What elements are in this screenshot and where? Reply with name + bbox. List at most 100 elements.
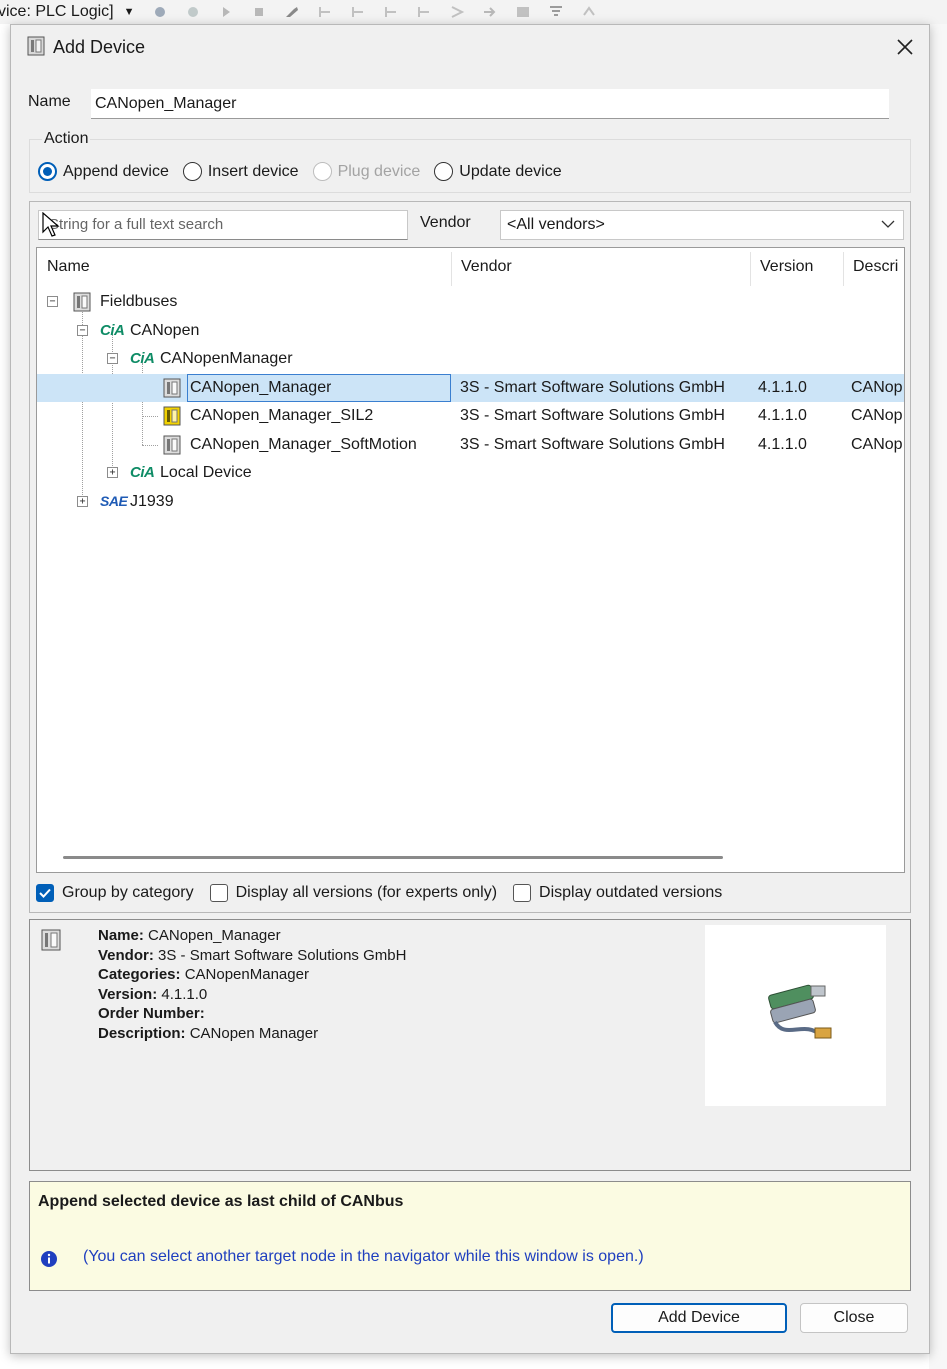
background-window-title: vice: PLC Logic]	[0, 3, 114, 20]
insert-device-radio[interactable]: Insert device	[182, 162, 299, 181]
info-vendor-label: Vendor:	[98, 946, 154, 964]
add-device-button[interactable]: Add Device	[611, 1303, 787, 1333]
info-order-line: Order Number:	[98, 1004, 406, 1024]
info-version-line: Version: 4.1.1.0	[98, 985, 406, 1005]
info-order-label: Order Number:	[98, 1005, 205, 1023]
stop-icon[interactable]	[251, 5, 267, 19]
checkmark-icon	[39, 888, 51, 898]
device-sil2-icon	[163, 406, 181, 426]
append-device-radio[interactable]: Append device	[38, 162, 169, 181]
info-categories-label: Categories:	[98, 966, 181, 984]
tree-row-canopen-manager-sil2[interactable]: CANopen_Manager_SIL2 3S - Smart Software…	[37, 402, 904, 430]
group-by-category-checkbox[interactable]: Group by category	[36, 884, 194, 902]
cia-logo-icon: CiA	[130, 350, 155, 367]
show-current-icon[interactable]	[482, 5, 498, 19]
device-icon	[73, 292, 91, 312]
canbus-hardware-icon	[768, 984, 832, 1039]
radio-dot	[38, 162, 57, 181]
dropdown-arrow-icon[interactable]: ▼	[124, 6, 135, 18]
build-gear-icon[interactable]	[152, 5, 168, 19]
collapse-toggle-icon[interactable]: −	[47, 296, 58, 307]
tree-row-canopen-manager-softmotion[interactable]: CANopen_Manager_SoftMotion 3S - Smart So…	[37, 431, 904, 459]
device-tree[interactable]: Name Vendor Version Descri − Fieldbuses	[36, 247, 905, 873]
column-header-description[interactable]: Descri	[843, 248, 904, 286]
dialog-title: Add Device	[53, 37, 146, 57]
device-icon	[27, 36, 45, 56]
close-button[interactable]: Close	[800, 1303, 908, 1333]
run-icon[interactable]	[218, 5, 234, 19]
hint-title: Append selected device as last child of …	[38, 1193, 404, 1210]
update-device-radio[interactable]: Update device	[434, 162, 562, 181]
plug-device-label: Plug device	[337, 162, 421, 180]
info-version-value: 4.1.1.0	[161, 985, 208, 1003]
info-version-label: Version:	[98, 985, 158, 1003]
column-header-vendor[interactable]: Vendor	[451, 248, 750, 286]
action-group: Action Append device Insert device Plug …	[29, 130, 911, 193]
tree-row-version: 4.1.1.0	[758, 436, 807, 453]
cia-logo-icon: CiA	[100, 322, 125, 339]
radio-dot	[312, 162, 332, 181]
collapse-toggle-icon[interactable]: −	[77, 325, 88, 336]
column-header-version[interactable]: Version	[750, 248, 843, 286]
tree-row-label: CANopenManager	[160, 350, 293, 367]
tree-row-version: 4.1.1.0	[758, 407, 807, 424]
tree-row-description: CANop	[851, 407, 903, 424]
vendor-select-value: <All vendors>	[507, 216, 605, 233]
display-all-versions-checkbox[interactable]: Display all versions (for experts only)	[209, 884, 498, 902]
vendor-select[interactable]: <All vendors>	[500, 210, 904, 240]
step-out-icon[interactable]	[383, 5, 399, 19]
tree-row-j1939[interactable]: + SAE J1939	[37, 488, 904, 516]
tree-row-canopenmanager[interactable]: − CiA CANopenManager	[37, 345, 904, 373]
breakpoints-icon[interactable]	[515, 5, 531, 19]
radio-dot	[434, 162, 454, 181]
sae-logo-icon: SAE	[100, 493, 128, 509]
run-to-cursor-icon[interactable]	[416, 5, 432, 19]
display-outdated-checkbox[interactable]: Display outdated versions	[513, 884, 722, 902]
name-label: Name	[28, 93, 71, 110]
radio-dot	[182, 162, 202, 181]
expand-toggle-icon[interactable]: +	[107, 467, 118, 478]
tree-row-label: Fieldbuses	[100, 293, 178, 310]
vendor-label: Vendor	[420, 214, 471, 231]
device-name-input[interactable]: CANopen_Manager	[91, 89, 889, 119]
add-device-dialog: Add Device Name CANopen_Manager Action A…	[10, 24, 930, 1354]
close-icon[interactable]	[893, 35, 917, 59]
info-vendor-line: Vendor: 3S - Smart Software Solutions Gm…	[98, 946, 406, 966]
info-description-label: Description:	[98, 1024, 186, 1042]
full-text-search-input[interactable]: String for a full text search	[38, 210, 408, 240]
tree-row-local-device[interactable]: + CiA Local Device	[37, 459, 904, 487]
refresh-icon[interactable]	[581, 5, 597, 19]
info-name-label: Name:	[98, 927, 144, 944]
background-toolbar: vice: PLC Logic] ▼	[0, 0, 947, 24]
display-all-versions-label: Display all versions (for experts only)	[235, 884, 498, 901]
info-icon	[41, 1251, 57, 1267]
tools-icon[interactable]	[284, 5, 300, 19]
tree-row-canopen-manager[interactable]: CANopen_Manager 3S - Smart Software Solu…	[37, 374, 904, 402]
info-categories-value: CANopenManager	[184, 966, 309, 984]
tree-row-label: Local Device	[160, 464, 252, 481]
insert-device-label: Insert device	[207, 162, 299, 180]
expand-toggle-icon[interactable]: +	[77, 496, 88, 507]
dialog-title-bar[interactable]: Add Device	[11, 25, 929, 69]
filter-options-row: Group by category Display all versions (…	[36, 884, 738, 902]
checkbox-box	[36, 884, 54, 902]
column-header-name[interactable]: Name	[37, 248, 451, 286]
append-hint-panel: Append selected device as last child of …	[29, 1181, 911, 1291]
device-info-text: Name: CANopen_Manager Vendor: 3S - Smart…	[98, 926, 406, 1044]
checkbox-box	[209, 884, 228, 902]
tree-row-canopen[interactable]: − CiA CANopen	[37, 317, 904, 345]
step-into-icon[interactable]	[317, 5, 333, 19]
tree-row-vendor: 3S - Smart Software Solutions GmbH	[460, 436, 725, 453]
horizontal-scrollbar[interactable]	[63, 856, 723, 859]
tree-row-label: CANopen	[130, 322, 200, 339]
filter-icon[interactable]	[548, 5, 564, 19]
settings-gear-icon[interactable]	[185, 5, 201, 19]
next-statement-icon[interactable]	[449, 5, 465, 19]
info-vendor-value: 3S - Smart Software Solutions GmbH	[158, 946, 407, 964]
tree-row-fieldbuses[interactable]: − Fieldbuses	[37, 288, 904, 316]
tree-row-version: 4.1.1.0	[758, 379, 807, 396]
step-over-icon[interactable]	[350, 5, 366, 19]
tree-row-vendor: 3S - Smart Software Solutions GmbH	[460, 379, 725, 396]
collapse-toggle-icon[interactable]: −	[107, 353, 118, 364]
group-by-category-label: Group by category	[62, 884, 194, 901]
